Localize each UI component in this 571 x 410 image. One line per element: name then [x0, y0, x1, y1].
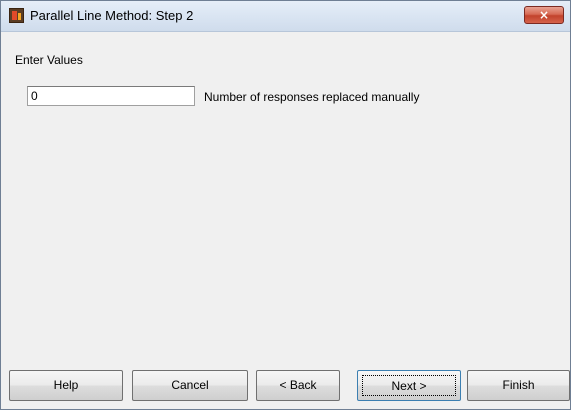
dialog-window: Parallel Line Method: Step 2 × Enter Val…: [0, 0, 571, 410]
help-button[interactable]: Help: [9, 370, 123, 401]
responses-replaced-label: Number of responses replaced manually: [204, 90, 420, 104]
title-bar[interactable]: Parallel Line Method: Step 2 ×: [1, 1, 570, 32]
close-button[interactable]: ×: [524, 6, 564, 24]
back-button[interactable]: < Back: [256, 370, 340, 401]
responses-replaced-input[interactable]: [27, 86, 195, 106]
finish-button[interactable]: Finish: [467, 370, 570, 401]
next-button[interactable]: Next >: [357, 370, 461, 401]
close-icon: ×: [538, 8, 550, 22]
cancel-button[interactable]: Cancel: [132, 370, 248, 401]
app-logo-icon: [9, 8, 24, 23]
window-title: Parallel Line Method: Step 2: [30, 8, 194, 23]
enter-values-label: Enter Values: [15, 53, 83, 67]
next-button-label: Next >: [362, 375, 456, 396]
